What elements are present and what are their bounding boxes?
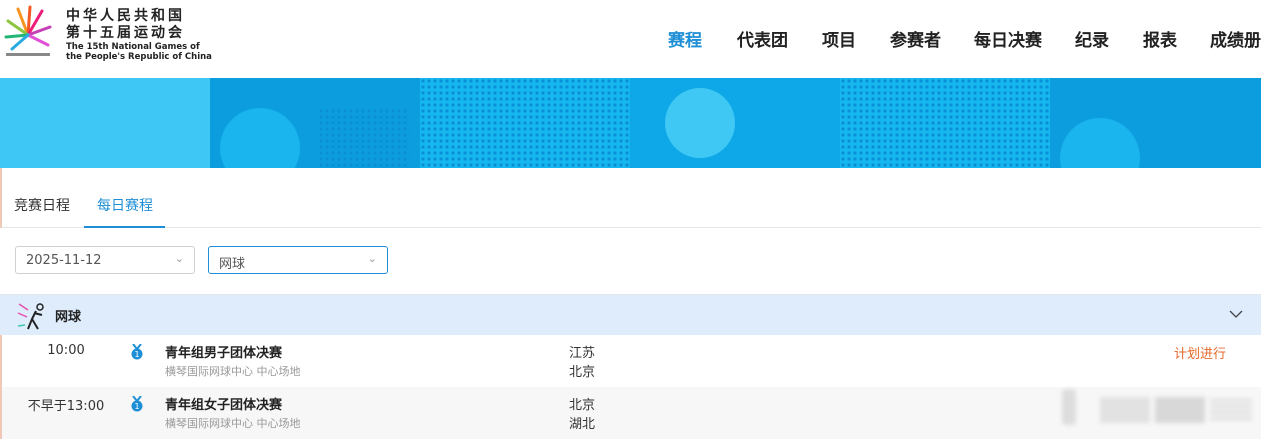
date-value: 2025-11-12 [26, 253, 102, 268]
table-row[interactable]: 不早于13:00 1 青年组女子团体决赛 横琴国际网球中心 中心场地 北京 湖北 [0, 387, 1261, 439]
medal-icon: 1 [131, 344, 143, 360]
sport-section-title: 网球 [55, 310, 82, 325]
table-row[interactable]: 10:00 1 青年组男子团体决赛 横琴国际网球中心 中心场地 江苏 北京 计划… [0, 335, 1261, 387]
tab-bar: 竞赛日程 每日赛程 [0, 168, 1261, 228]
nav-daily-finals[interactable]: 每日决赛 [974, 26, 1042, 51]
banner-pattern [0, 78, 1261, 168]
logo-title-en: The 15th National Games of the People's R… [66, 42, 212, 62]
event-time: 10:00 [47, 343, 85, 358]
chevron-down-icon: ⌄ [367, 252, 377, 265]
svg-text:1: 1 [134, 402, 139, 411]
medal-icon: 1 [131, 396, 143, 412]
event-status: 计划进行 [1174, 347, 1227, 362]
team-1: 江苏 [569, 346, 596, 361]
team-1: 北京 [569, 398, 596, 413]
chevron-down-icon[interactable] [1229, 309, 1243, 319]
chevron-down-icon: ⌄ [174, 252, 184, 265]
sport-select[interactable]: 网球 ⌄ [208, 246, 388, 274]
team-2: 北京 [569, 365, 596, 380]
nav-reports[interactable]: 报表 [1143, 26, 1177, 51]
active-tab-indicator [84, 226, 165, 228]
event-venue: 横琴国际网球中心 中心场地 [165, 365, 301, 378]
tab-daily-schedule[interactable]: 每日赛程 [97, 195, 153, 215]
nav-records[interactable]: 纪录 [1075, 26, 1109, 51]
nav-athletes[interactable]: 参赛者 [890, 26, 941, 51]
svg-text:1: 1 [134, 350, 139, 359]
team-2: 湖北 [569, 417, 596, 432]
tennis-icon [17, 303, 44, 330]
header: 中华人民共和国 第十五届运动会 The 15th National Games o… [0, 0, 1261, 78]
sport-value: 网球 [219, 257, 246, 272]
sport-section-header[interactable]: 网球 [0, 294, 1261, 335]
nav-schedule[interactable]: 赛程 [668, 26, 702, 51]
event-name[interactable]: 青年组女子团体决赛 [165, 394, 282, 413]
banner [0, 78, 1261, 168]
nav-sports[interactable]: 项目 [822, 26, 856, 51]
event-time: 不早于13:00 [27, 399, 105, 414]
logo-title-cn: 中华人民共和国 第十五届运动会 [66, 8, 185, 41]
tab-competition-schedule[interactable]: 竞赛日程 [14, 195, 70, 215]
blurred-overlay [1060, 389, 1255, 427]
event-name[interactable]: 青年组男子团体决赛 [165, 342, 282, 361]
nav-results-book[interactable]: 成绩册 [1210, 26, 1261, 51]
nav-delegations[interactable]: 代表团 [737, 26, 788, 51]
date-select[interactable]: 2025-11-12 ⌄ [15, 246, 195, 274]
games-logo[interactable] [4, 5, 52, 57]
event-venue: 横琴国际网球中心 中心场地 [165, 417, 301, 430]
